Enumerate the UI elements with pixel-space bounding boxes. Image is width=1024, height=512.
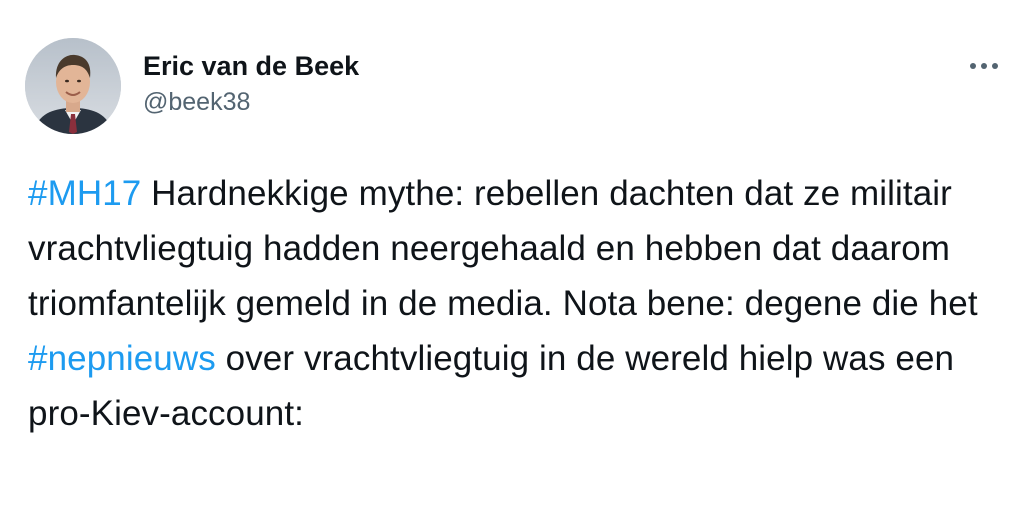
- tweet-text: #MH17 Hardnekkige mythe: rebellen dachte…: [28, 166, 1008, 441]
- avatar-image: [25, 38, 121, 134]
- tweet-author: Eric van de Beek @beek38: [143, 50, 359, 118]
- hashtag-link-nepnieuws[interactable]: #nepnieuws: [28, 339, 216, 378]
- avatar[interactable]: [25, 38, 121, 134]
- more-horizontal-icon: [970, 63, 998, 69]
- author-handle[interactable]: @beek38: [143, 86, 359, 118]
- author-display-name[interactable]: Eric van de Beek: [143, 50, 359, 82]
- tweet-text-part-1: Hardnekkige mythe: rebellen dachten dat …: [28, 174, 978, 323]
- tweet-card: Eric van de Beek @beek38 #MH17 Hardnekki…: [0, 0, 1024, 512]
- hashtag-link-mh17[interactable]: #MH17: [28, 174, 141, 213]
- more-options-button[interactable]: [964, 54, 1004, 78]
